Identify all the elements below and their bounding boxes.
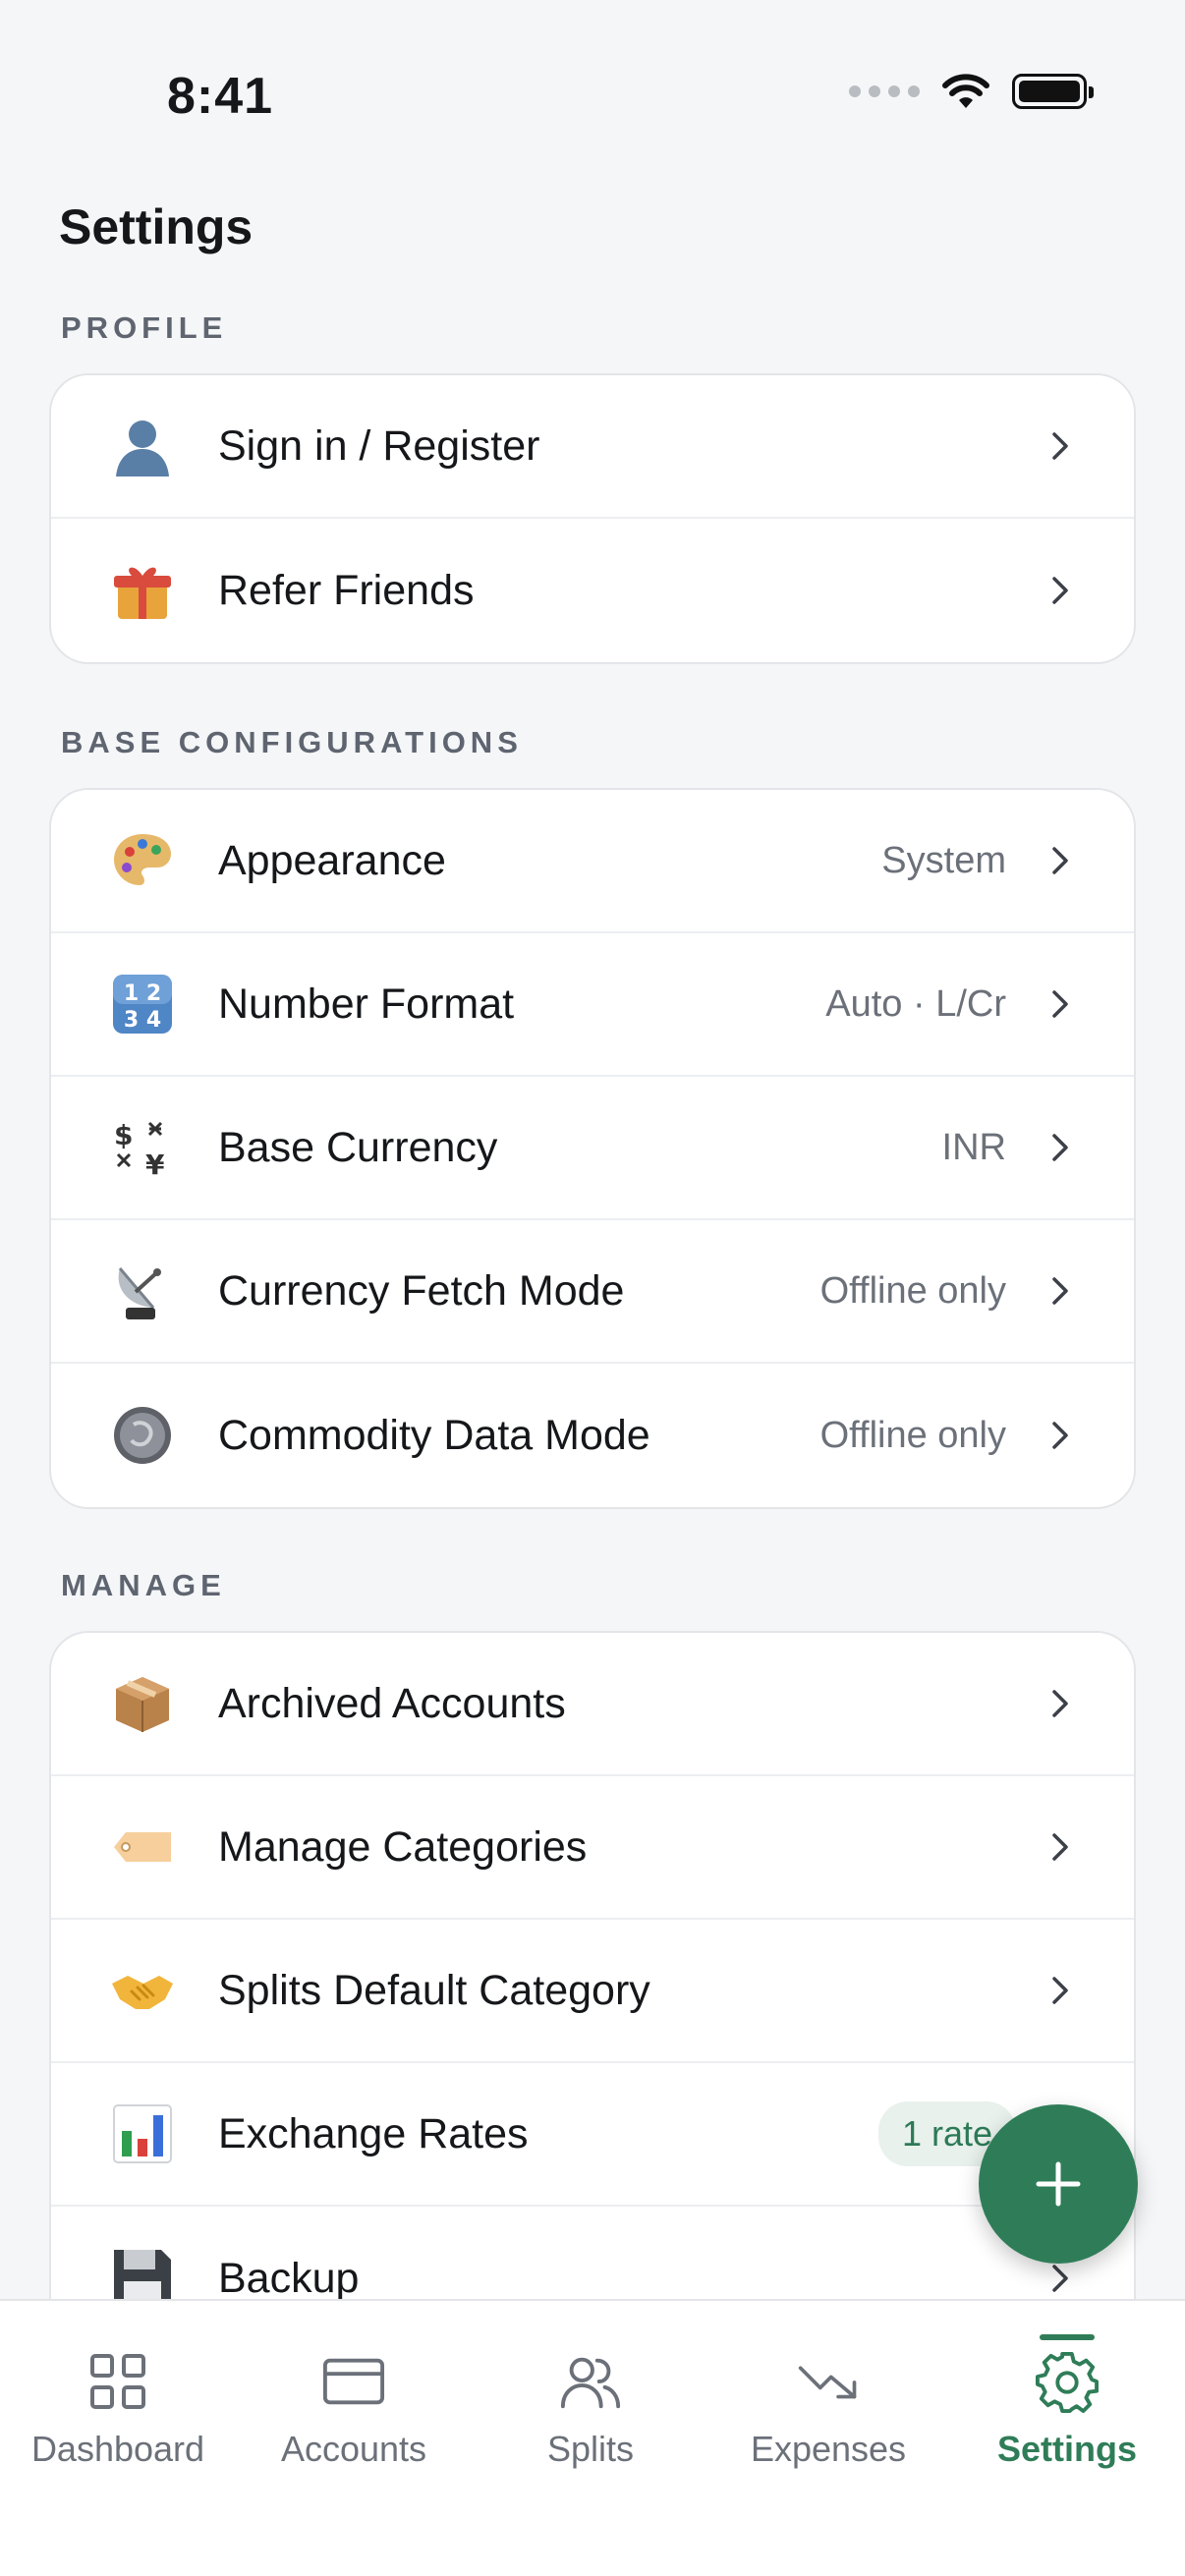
currency-exchange-icon: $ ¥ — [110, 1115, 175, 1180]
tab-label: Dashboard — [30, 2429, 205, 2469]
person-icon — [110, 414, 175, 478]
row-label: Base Currency — [218, 1123, 498, 1171]
base-configurations-card: Appearance System 1 2 3 4 Number Format … — [49, 788, 1136, 1509]
tag-icon — [110, 1815, 175, 1879]
row-label: Archived Accounts — [218, 1679, 566, 1727]
settings-row-exchange-rates[interactable]: Exchange Rates 1 rate — [51, 2063, 1134, 2207]
section-label-manage: MANAGE — [61, 1568, 226, 1602]
gear-icon — [1036, 2350, 1099, 2413]
settings-row-splits-default-category[interactable]: Splits Default Category — [51, 1920, 1134, 2063]
bar-chart-icon — [110, 2101, 175, 2166]
add-fab-button[interactable] — [979, 2104, 1138, 2264]
settings-row-refer-friends[interactable]: Refer Friends — [51, 519, 1134, 662]
tab-label: Accounts — [280, 2429, 427, 2469]
status-bar: 8:41 — [0, 0, 1185, 196]
section-label-profile: PROFILE — [61, 310, 228, 345]
tab-label: Expenses — [750, 2429, 907, 2469]
plus-icon — [1036, 2161, 1081, 2207]
row-value: System — [881, 839, 1006, 881]
coin-icon — [110, 1403, 175, 1468]
trending-down-icon — [797, 2350, 860, 2413]
row-label: Manage Categories — [218, 1822, 588, 1871]
status-time: 8:41 — [167, 68, 274, 125]
chevron-right-icon — [1045, 426, 1075, 466]
number-keys-icon: 1 2 3 4 — [110, 972, 175, 1036]
card-icon — [322, 2350, 385, 2413]
chevron-right-icon — [1045, 1684, 1075, 1723]
row-label: Appearance — [218, 836, 446, 884]
svg-text:$: $ — [114, 1119, 133, 1151]
settings-row-sign-in[interactable]: Sign in / Register — [51, 375, 1134, 519]
settings-row-manage-categories[interactable]: Manage Categories — [51, 1776, 1134, 1920]
bottom-tab-bar: Dashboard Accounts Splits Expenses Setti… — [0, 2299, 1185, 2576]
settings-row-appearance[interactable]: Appearance System — [51, 790, 1134, 933]
svg-text:3 4: 3 4 — [124, 1008, 161, 1033]
settings-row-base-currency[interactable]: $ ¥ Base Currency INR — [51, 1077, 1134, 1220]
chevron-right-icon — [1045, 1971, 1075, 2010]
row-value: Auto · L/Cr — [825, 982, 1006, 1025]
settings-row-number-format[interactable]: 1 2 3 4 Number Format Auto · L/Cr — [51, 933, 1134, 1077]
page-title: Settings — [59, 199, 254, 254]
users-icon — [559, 2350, 622, 2413]
wifi-icon — [942, 74, 989, 108]
svg-text:¥: ¥ — [145, 1148, 165, 1180]
handshake-icon — [110, 1958, 175, 2023]
row-value: Offline only — [819, 1414, 1006, 1456]
row-label: Commodity Data Mode — [218, 1411, 650, 1459]
battery-icon — [1012, 74, 1094, 109]
chevron-right-icon — [1045, 1827, 1075, 1867]
settings-row-currency-fetch-mode[interactable]: Currency Fetch Mode Offline only — [51, 1220, 1134, 1364]
row-value: INR — [941, 1126, 1006, 1168]
row-label: Splits Default Category — [218, 1966, 650, 2014]
gift-icon — [110, 558, 175, 623]
package-icon — [110, 1671, 175, 1736]
row-value: Offline only — [819, 1269, 1006, 1312]
tab-dashboard[interactable]: Dashboard — [0, 2301, 236, 2497]
tab-label: Splits — [546, 2429, 635, 2469]
chevron-right-icon — [1045, 841, 1075, 880]
manage-card: Archived Accounts Manage Categories Spli… — [49, 1631, 1136, 2338]
row-label: Refer Friends — [218, 566, 475, 614]
chevron-right-icon — [1045, 2259, 1075, 2298]
tab-expenses[interactable]: Expenses — [710, 2301, 946, 2497]
chevron-right-icon — [1045, 1271, 1075, 1311]
palette-icon — [110, 828, 175, 893]
settings-row-commodity-data-mode[interactable]: Commodity Data Mode Offline only — [51, 1364, 1134, 1507]
row-label: Backup — [218, 2254, 360, 2302]
row-label: Number Format — [218, 980, 515, 1028]
chevron-right-icon — [1045, 1128, 1075, 1167]
cellular-signal-icon — [849, 85, 920, 97]
row-label: Currency Fetch Mode — [218, 1266, 625, 1315]
tab-splits[interactable]: Splits — [473, 2301, 708, 2497]
chevron-right-icon — [1045, 1416, 1075, 1455]
tab-label: Settings — [996, 2429, 1137, 2469]
svg-text:1 2: 1 2 — [124, 981, 161, 1006]
section-label-base-configurations: BASE CONFIGURATIONS — [61, 725, 523, 759]
satellite-dish-icon — [110, 1259, 175, 1323]
row-label: Exchange Rates — [218, 2109, 529, 2157]
tab-accounts[interactable]: Accounts — [236, 2301, 472, 2497]
chevron-right-icon — [1045, 571, 1075, 610]
active-tab-indicator — [1040, 2334, 1095, 2340]
settings-row-archived-accounts[interactable]: Archived Accounts — [51, 1633, 1134, 1776]
tab-settings[interactable]: Settings — [949, 2301, 1185, 2497]
status-icons — [849, 73, 1094, 110]
row-label: Sign in / Register — [218, 421, 540, 470]
profile-card: Sign in / Register Refer Friends — [49, 373, 1136, 664]
grid-icon — [86, 2350, 149, 2413]
chevron-right-icon — [1045, 984, 1075, 1024]
